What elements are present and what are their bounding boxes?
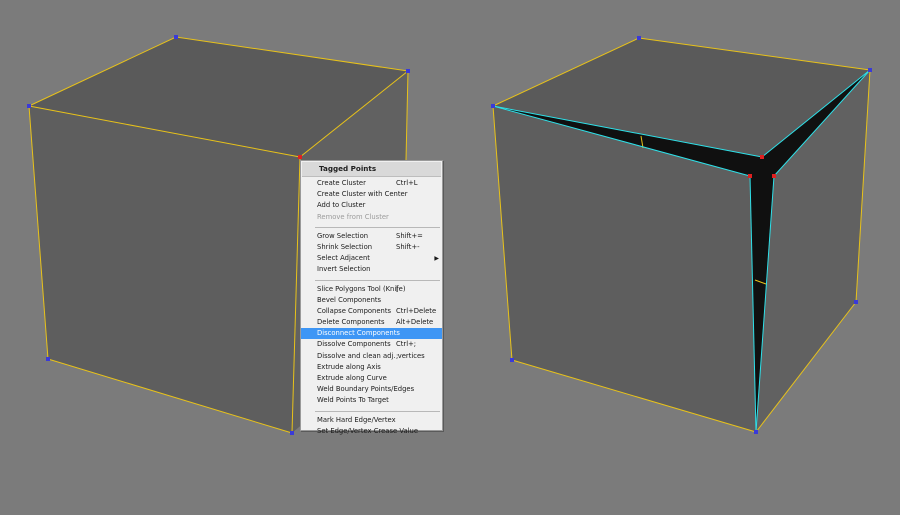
menu-item-label: Grow Selection (317, 231, 369, 240)
menu-item-shortcut: Ctrl+; (396, 340, 417, 349)
menu-item-label: Disconnect Components (317, 329, 400, 338)
menu-item-label: Mark Hard Edge/Vertex (317, 415, 396, 424)
menu-separator (315, 279, 440, 281)
menu-item-set-edge-vertex-crease-value[interactable]: Set Edge/Vertex Crease Value (301, 426, 442, 437)
selected-vertex[interactable] (772, 174, 776, 178)
menu-separator (315, 410, 440, 412)
3d-viewport[interactable] (0, 0, 900, 515)
menu-item-extrude-along-axis[interactable]: Extrude along Axis (301, 362, 442, 373)
menu-item-label: Extrude along Curve (317, 374, 387, 382)
vertex[interactable] (491, 104, 495, 108)
menu-item-label: Dissolve Components (317, 340, 391, 349)
menu-item-shortcut: Shift+= (396, 231, 423, 240)
menu-body: Create Cluster Ctrl+L Create Cluster with … (301, 178, 442, 437)
menu-item-label: Create Cluster (317, 179, 366, 187)
menu-item-label: Set Edge/Vertex Crease Value (317, 426, 419, 435)
menu-item-shrink-selection[interactable]: Shrink Selection Shift+- (301, 242, 442, 253)
menu-item-label: Weld Boundary Points/Edges (317, 385, 415, 394)
vertex[interactable] (510, 358, 514, 362)
selected-vertex[interactable] (748, 174, 752, 178)
submenu-arrow-icon: ▶ (434, 255, 439, 263)
vertex[interactable] (46, 357, 50, 361)
vertex[interactable] (868, 68, 872, 72)
menu-item-label: Add to Cluster (317, 201, 366, 210)
menu-item-label: Slice Polygons Tool (Knife) (317, 284, 406, 293)
menu-item-delete-components[interactable]: Delete Components Alt+Delete (301, 317, 442, 328)
menu-item-create-cluster-with-center[interactable]: Create Cluster with Center (301, 189, 442, 200)
menu-item-shortcut: Ctrl+Delete (396, 306, 437, 315)
vertex[interactable] (174, 35, 178, 39)
menu-item-label: Delete Components (317, 318, 385, 327)
vertex[interactable] (637, 36, 641, 40)
menu-item-label: Bevel Components (317, 295, 382, 304)
menu-item-shortcut: Ctrl+L (396, 179, 418, 187)
menu-item-disconnect-components[interactable]: Disconnect Components (301, 328, 442, 340)
menu-item-shortcut: Alt+Delete (396, 318, 434, 327)
menu-item-select-adjacent[interactable]: Select Adjacent ▶ (301, 253, 442, 264)
menu-item-create-cluster[interactable]: Create Cluster Ctrl+L (301, 178, 442, 189)
menu-item-grow-selection[interactable]: Grow Selection Shift+= (301, 231, 442, 242)
vertex[interactable] (406, 69, 410, 73)
context-menu[interactable]: Tagged Points Create Cluster Ctrl+L Create… (300, 160, 443, 435)
menu-item-slice-polygons-tool-knife[interactable]: Slice Polygons Tool (Knife)[ (301, 284, 442, 295)
menu-item-remove-from-cluster: Remove from Cluster (301, 212, 442, 223)
vertex[interactable] (854, 300, 858, 304)
menu-item-add-to-cluster[interactable]: Add to Cluster (301, 200, 442, 211)
menu-separator (315, 226, 440, 228)
menu-item-weld-boundary-points-edges[interactable]: Weld Boundary Points/Edges (301, 384, 442, 395)
menu-item-label: Select Adjacent (317, 254, 370, 263)
menu-item-label: Extrude along Axis (317, 362, 381, 371)
menu-item-dissolve-components[interactable]: Dissolve Components Ctrl+; (301, 339, 442, 350)
menu-item-shortcut: Shift+- (396, 242, 420, 251)
menu-item-label: Remove from Cluster (317, 212, 389, 221)
menu-item-bevel-components[interactable]: Bevel Components (301, 295, 442, 306)
vertex[interactable] (290, 431, 294, 435)
menu-item-shortcut: ; (396, 351, 399, 360)
menu-item-shortcut: [ (396, 284, 399, 293)
menu-item-invert-selection[interactable]: Invert Selection (301, 264, 442, 275)
vertex[interactable] (754, 430, 758, 434)
menu-item-label: Invert Selection (317, 265, 371, 274)
selected-vertex[interactable] (760, 155, 764, 159)
menu-item-label: Collapse Components (317, 306, 392, 315)
vertex[interactable] (27, 104, 31, 108)
menu-item-label: Create Cluster with Center (317, 190, 408, 199)
menu-header: Tagged Points (302, 162, 441, 177)
selected-vertex[interactable] (298, 155, 302, 159)
menu-item-weld-points-to-target[interactable]: Weld Points To Target (301, 395, 442, 406)
menu-item-dissolve-and-clean-adj-vertices[interactable]: Dissolve and clean adj. vertices; (301, 351, 442, 362)
menu-item-extrude-along-curve[interactable]: Extrude along Curve (301, 373, 442, 384)
menu-item-label: Weld Points To Target (317, 396, 389, 405)
menu-item-mark-hard-edge-vertex[interactable]: Mark Hard Edge/Vertex (301, 415, 442, 426)
menu-item-label: Shrink Selection (317, 242, 373, 251)
menu-item-label: Dissolve and clean adj. vertices (317, 351, 425, 360)
menu-item-collapse-components[interactable]: Collapse Components Ctrl+Delete (301, 306, 442, 317)
